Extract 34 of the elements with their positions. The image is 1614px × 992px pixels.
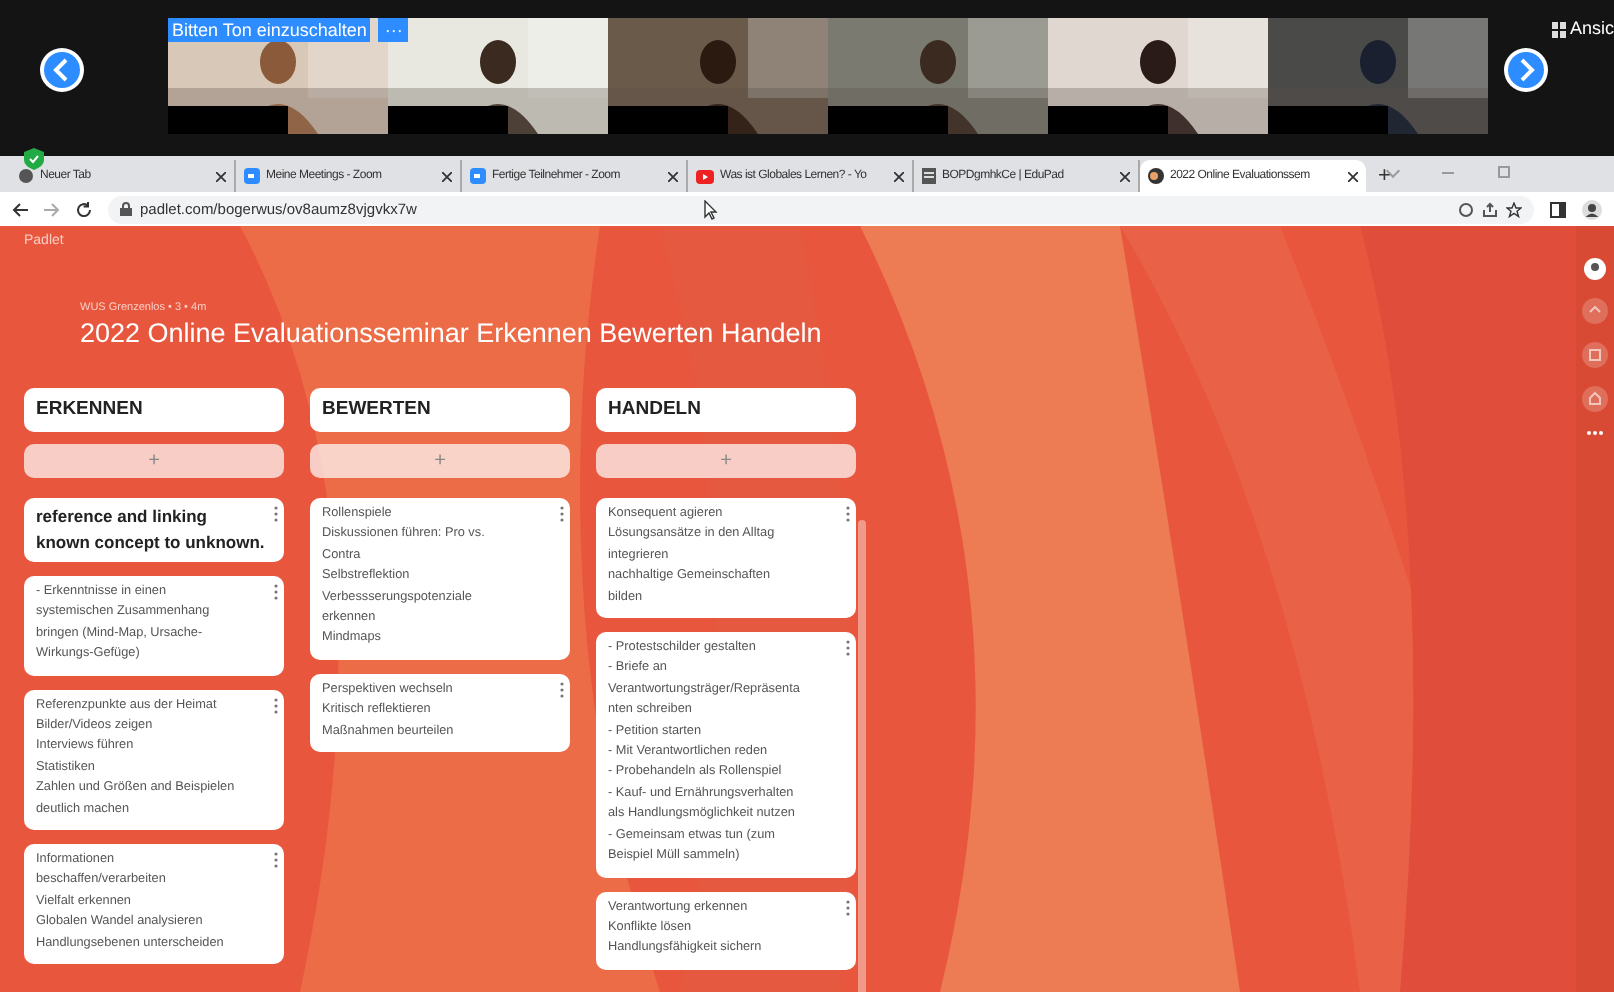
star-icon[interactable]	[1506, 201, 1522, 217]
cursor-icon	[704, 199, 719, 219]
new-tab-button[interactable]: +	[1378, 160, 1391, 192]
close-icon[interactable]	[216, 171, 226, 181]
column-header: BEWERTEN	[310, 388, 570, 432]
back-icon[interactable]	[12, 201, 28, 217]
close-icon[interactable]	[668, 171, 678, 181]
column-header: ERKENNEN	[24, 388, 284, 432]
view-button[interactable]: Ansic	[1569, 18, 1614, 40]
post-text-line: reference and linking	[36, 504, 209, 530]
scrollbar[interactable]	[858, 520, 866, 992]
video-camera-icon	[244, 168, 260, 184]
shield-icon	[24, 148, 44, 170]
column-header: HANDELN	[596, 388, 856, 432]
grid-icon	[1551, 21, 1566, 37]
document-icon	[922, 168, 936, 184]
play-icon	[696, 169, 714, 183]
board-title: 2022 Online Evaluationsseminar Erkennen Bewerten Handeln	[80, 316, 824, 350]
forward-icon[interactable]	[44, 201, 60, 217]
video-camera-icon	[470, 168, 486, 184]
close-icon[interactable]	[1120, 171, 1130, 181]
close-icon[interactable]	[894, 171, 904, 181]
notice-label: Bitten Ton einzuschalten	[168, 18, 371, 42]
next-page-button[interactable]	[1504, 48, 1548, 92]
reload-icon[interactable]	[76, 201, 92, 217]
close-icon[interactable]	[1348, 171, 1358, 181]
profile-icon[interactable]	[1582, 199, 1602, 219]
previous-page-button[interactable]	[40, 48, 84, 92]
sidebar-icon[interactable]	[1550, 201, 1566, 217]
post-text-line: known concept to unknown.	[36, 530, 267, 556]
avatar-icon[interactable]	[1584, 258, 1606, 280]
more-icon[interactable]	[1586, 430, 1604, 436]
lock-icon	[120, 202, 132, 216]
close-icon[interactable]	[442, 171, 452, 181]
